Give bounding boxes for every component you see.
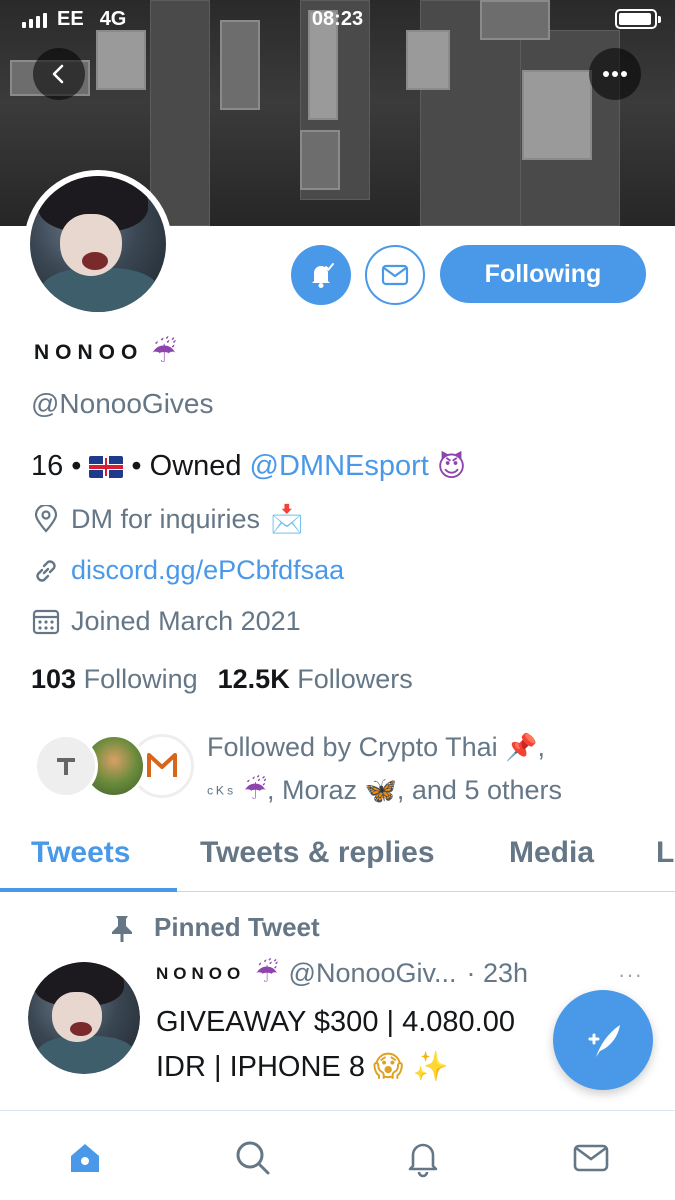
tweet-body[interactable]: GIVEAWAY $300 | 4.080.00 IDR | IPHONE 8 …	[156, 1000, 576, 1089]
bottom-navigation	[0, 1110, 675, 1200]
notifications-toggle-button[interactable]	[291, 245, 351, 305]
tab-likes[interactable]: L	[656, 836, 674, 870]
tweet-body-line: GIVEAWAY $300 | 4.080.00	[156, 1006, 515, 1038]
following-button[interactable]: Following	[440, 245, 646, 303]
followed-by-end: , and 5 others	[396, 775, 563, 805]
profile-bio: 16 • • Owned @DMNEsport 😈	[31, 450, 466, 483]
message-button[interactable]	[365, 245, 425, 305]
bio-mention-link[interactable]: @DMNEsport	[250, 450, 429, 483]
profile-tabs: Tweets Tweets & replies Media L	[0, 820, 675, 892]
following-count: 103	[31, 664, 77, 694]
bio-owned-text: • Owned	[131, 450, 242, 482]
profile-handle: @NonooGives	[31, 388, 214, 419]
profile-website: discord.gg/ePCbfdfsaa	[31, 555, 344, 586]
followed-by-text[interactable]: Followed by Crypto Thai 📌, ᶜᴷˢ ☔, Moraz …	[207, 726, 657, 814]
bio-age: 16	[31, 450, 64, 482]
profile-avatar[interactable]	[24, 170, 172, 318]
umbrella-emoji: ☔	[255, 958, 279, 989]
tweet-author-handle: @NonooGiv...	[288, 958, 457, 988]
followers-label: Followers	[297, 664, 413, 694]
butterfly-emoji: 🦋	[364, 776, 397, 806]
pinned-tweet-label: Pinned Tweet	[108, 912, 320, 943]
tab-tweets-replies[interactable]: Tweets & replies	[200, 836, 435, 870]
mail-icon	[573, 1144, 609, 1172]
uk-flag-icon	[89, 455, 124, 478]
profile-name: Nonoo ☔	[34, 336, 176, 369]
tweet-author-avatar[interactable]	[28, 962, 140, 1074]
calendar-icon	[31, 607, 61, 637]
tweet-time: · 23h	[466, 958, 529, 988]
profile-stats: 103 Following 12.5K Followers	[31, 664, 413, 695]
tweet-emoji: 😱 ✨	[373, 1049, 449, 1083]
follower-avatar	[34, 734, 98, 798]
nav-search[interactable]	[228, 1133, 278, 1183]
mail-icon	[381, 264, 409, 286]
nav-home[interactable]	[60, 1133, 110, 1183]
back-button[interactable]	[33, 48, 85, 100]
active-tab-indicator	[0, 888, 177, 892]
more-options-button[interactable]	[589, 48, 641, 100]
devil-emoji: 😈	[436, 450, 467, 483]
nav-notifications[interactable]	[398, 1133, 448, 1183]
tweet-author-name[interactable]: Nonoo	[156, 964, 245, 984]
bell-icon	[408, 1143, 438, 1178]
bell-icon	[312, 263, 334, 288]
ellipsis-icon	[603, 71, 627, 77]
location-text: DM for inquiries	[71, 503, 261, 534]
tweet-more-button[interactable]: ···	[618, 962, 643, 988]
chevron-left-icon	[52, 64, 64, 84]
joined-text: Joined March 2021	[71, 606, 301, 636]
followers-stat[interactable]: 12.5K Followers	[218, 664, 413, 695]
pinned-tweet-text: Pinned Tweet	[154, 912, 320, 942]
profile-joined: Joined March 2021	[31, 606, 301, 637]
search-icon	[236, 1141, 270, 1175]
umbrella-emoji: ☔	[243, 776, 267, 806]
umbrella-emoji: ☔	[151, 336, 177, 369]
following-label: Following	[83, 664, 198, 694]
nav-messages[interactable]	[566, 1133, 616, 1183]
envelope-emoji: 📩	[270, 504, 304, 535]
followers-count: 12.5K	[217, 664, 290, 694]
followed-by-mid: , Moraz	[266, 775, 357, 805]
location-pin-icon	[31, 504, 61, 534]
tab-media[interactable]: Media	[509, 836, 594, 870]
followed-by-avatars[interactable]	[34, 734, 194, 798]
followed-by-name: ᶜᴷˢ	[207, 783, 237, 803]
compose-feather-icon	[588, 1025, 620, 1057]
profile-location: DM for inquiries 📩	[31, 503, 304, 535]
bio-separator: •	[71, 450, 82, 482]
following-stat[interactable]: 103 Following	[31, 664, 198, 695]
tweet-header: Nonoo ☔ @NonooGiv... · 23h	[156, 958, 528, 989]
status-time: 08:23	[311, 8, 364, 30]
followed-by-start: Followed by Crypto Thai	[207, 732, 498, 762]
status-bar: EE 4G 08:23	[0, 0, 675, 40]
profile-name-text: Nonoo	[34, 340, 144, 364]
compose-tweet-button[interactable]	[553, 990, 653, 1090]
home-icon	[71, 1144, 99, 1172]
tab-tweets[interactable]: Tweets	[31, 836, 130, 870]
battery-icon	[615, 9, 661, 29]
link-icon	[31, 556, 61, 586]
pushpin-emoji: 📌	[505, 733, 538, 763]
pin-icon	[112, 915, 132, 942]
website-link[interactable]: discord.gg/ePCbfdfsaa	[71, 555, 344, 586]
tweet-body-line: IDR | IPHONE 8	[156, 1051, 365, 1083]
